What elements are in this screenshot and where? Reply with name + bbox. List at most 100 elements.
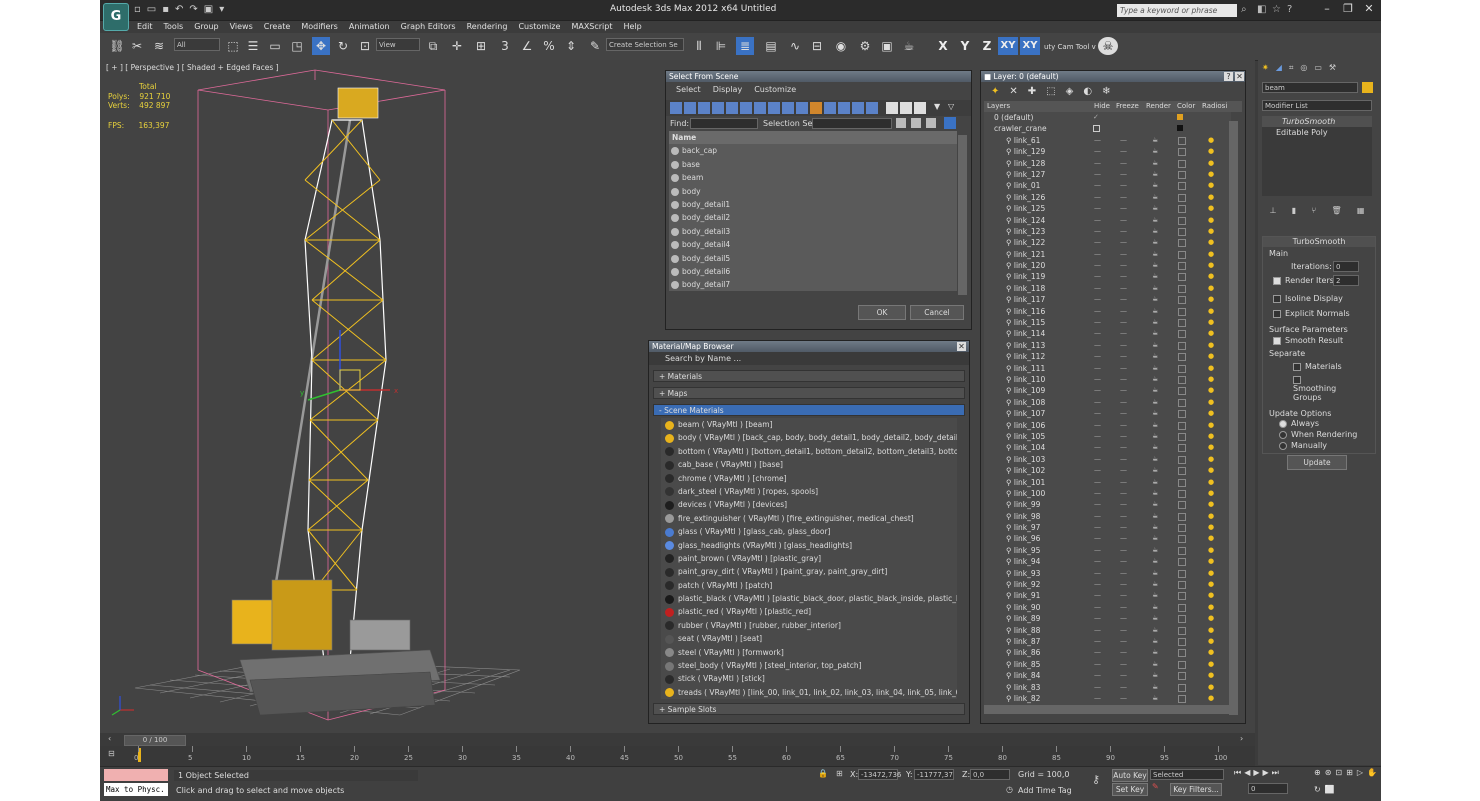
layer-object-name[interactable]: link_89 xyxy=(1014,614,1041,623)
render-teapot-icon[interactable]: ☕ xyxy=(1152,226,1158,237)
radiosity-icon[interactable]: ● xyxy=(1208,271,1214,282)
menu-group[interactable]: Group xyxy=(194,20,218,33)
radiosity-icon[interactable]: ● xyxy=(1208,636,1214,647)
layer-crawler-crane-label[interactable]: crawler_crane xyxy=(984,124,1047,133)
layer-color-swatch[interactable] xyxy=(1177,125,1183,132)
reference-coord-dropdown[interactable]: View xyxy=(376,38,420,51)
add-to-layer-icon[interactable]: ✚ xyxy=(1028,86,1036,97)
layer-object-row[interactable]: ⚲ link_109 — — ☕ ● xyxy=(984,385,1231,396)
render-iters-checkbox[interactable] xyxy=(1273,276,1281,285)
render-teapot-icon[interactable]: ☕ xyxy=(1152,328,1158,339)
redo-icon[interactable]: ↷ xyxy=(189,4,197,16)
list-item[interactable]: body xyxy=(669,185,957,198)
unlink-icon[interactable]: ✂ xyxy=(128,37,146,55)
object-color-box[interactable] xyxy=(1178,432,1186,441)
render-teapot-icon[interactable]: ☕ xyxy=(1152,215,1158,226)
layer-object-name[interactable]: link_117 xyxy=(1014,295,1045,304)
layer-object-name[interactable]: link_95 xyxy=(1014,546,1041,555)
freeze-toggle[interactable]: — xyxy=(1120,454,1127,465)
render-teapot-icon[interactable]: ☕ xyxy=(1152,249,1158,260)
layer-object-name[interactable]: link_102 xyxy=(1014,466,1045,475)
layer-object-name[interactable]: link_103 xyxy=(1014,455,1045,464)
object-color-box[interactable] xyxy=(1178,558,1186,567)
layer-object-row[interactable]: ⚲ link_93 — — ☕ ● xyxy=(984,568,1231,579)
zoom-all-icon[interactable]: ⊛ xyxy=(1325,768,1332,781)
radiosity-icon[interactable]: ● xyxy=(1208,431,1214,442)
layer-object-name[interactable]: link_112 xyxy=(1014,352,1045,361)
layer-object-name[interactable]: link_107 xyxy=(1014,409,1045,418)
material-item-11[interactable]: paint_gray_dirt ( VRayMtl ) [paint_gray,… xyxy=(661,565,957,578)
time-next-arrow-icon[interactable]: › xyxy=(1240,734,1243,743)
menu-rendering[interactable]: Rendering xyxy=(467,20,508,33)
play-icon[interactable]: ▶ xyxy=(1253,768,1259,780)
object-color-box[interactable] xyxy=(1178,660,1186,669)
object-color-box[interactable] xyxy=(1178,387,1186,396)
render-teapot-icon[interactable]: ☕ xyxy=(1152,192,1158,203)
radiosity-icon[interactable]: ● xyxy=(1208,408,1214,419)
material-item-15[interactable]: rubber ( VRayMtl ) [rubber, rubber_inter… xyxy=(661,619,957,632)
set-key-button[interactable]: Set Key xyxy=(1112,783,1148,796)
freeze-toggle[interactable]: — xyxy=(1120,488,1127,499)
render-teapot-icon[interactable]: ☕ xyxy=(1152,203,1158,214)
hide-all-icon[interactable]: ◐ xyxy=(1083,86,1092,97)
object-color-box[interactable] xyxy=(1178,410,1186,419)
render-teapot-icon[interactable]: ☕ xyxy=(1152,693,1158,704)
radiosity-icon[interactable]: ● xyxy=(1208,454,1214,465)
hide-toggle[interactable]: — xyxy=(1094,682,1101,693)
turbosmooth-rollout-title[interactable]: TurboSmooth xyxy=(1263,237,1375,247)
object-color-box[interactable] xyxy=(1178,307,1186,316)
object-color-box[interactable] xyxy=(1178,626,1186,635)
menu-maxscript[interactable]: MAXScript xyxy=(571,20,612,33)
sample-slots-group[interactable]: + Sample Slots xyxy=(653,703,965,716)
manually-radio[interactable] xyxy=(1279,441,1287,450)
material-item-13[interactable]: plastic_black ( VRayMtl ) [plastic_black… xyxy=(661,592,957,605)
render-teapot-icon[interactable]: ☕ xyxy=(1152,237,1158,248)
object-color-box[interactable] xyxy=(1178,364,1186,373)
select-by-name-icon[interactable]: ☰ xyxy=(244,37,262,55)
create-tab-icon[interactable]: ✷ xyxy=(1262,63,1269,75)
freeze-all-icon[interactable]: ❄ xyxy=(1102,86,1110,97)
radiosity-icon[interactable]: ● xyxy=(1208,294,1214,305)
crane-model[interactable]: x y xyxy=(100,60,660,733)
menu-views[interactable]: Views xyxy=(230,20,253,33)
freeze-toggle[interactable]: — xyxy=(1120,522,1127,533)
render-teapot-icon[interactable]: ☕ xyxy=(1152,625,1158,636)
material-item-14[interactable]: plastic_red ( VRayMtl ) [plastic_red] xyxy=(661,605,957,618)
menu-create[interactable]: Create xyxy=(264,20,291,33)
menu-animation[interactable]: Animation xyxy=(349,20,390,33)
render-teapot-icon[interactable]: ☕ xyxy=(1152,511,1158,522)
freeze-toggle[interactable]: — xyxy=(1120,647,1127,658)
object-color-box[interactable] xyxy=(1178,239,1186,248)
freeze-toggle[interactable]: — xyxy=(1120,317,1127,328)
modify-tab-icon[interactable]: ◢ xyxy=(1276,63,1282,75)
col-radiosity[interactable]: Radiosi xyxy=(1202,102,1227,110)
remove-modifier-icon[interactable]: 🗑 xyxy=(1331,206,1341,218)
object-color-box[interactable] xyxy=(1178,694,1186,703)
display-bones-icon[interactable] xyxy=(782,102,794,114)
object-color-box[interactable] xyxy=(1178,148,1186,157)
layer-object-name[interactable]: link_106 xyxy=(1014,421,1045,430)
radiosity-icon[interactable]: ● xyxy=(1208,260,1214,271)
layer-object-name[interactable]: link_84 xyxy=(1014,671,1041,680)
hide-toggle[interactable]: — xyxy=(1094,613,1101,624)
freeze-toggle[interactable]: — xyxy=(1120,477,1127,488)
material-item-17[interactable]: steel ( VRayMtl ) [formwork] xyxy=(661,646,957,659)
radiosity-icon[interactable]: ● xyxy=(1208,374,1214,385)
render-teapot-icon[interactable]: ☕ xyxy=(1152,442,1158,453)
col-freeze[interactable]: Freeze xyxy=(1116,102,1139,110)
maximize-button[interactable]: ❐ xyxy=(1342,3,1354,15)
layer-object-row[interactable]: ⚲ link_114 — — ☕ ● xyxy=(984,328,1231,339)
layer-object-row[interactable]: ⚲ link_61 — — ☕ ● xyxy=(984,135,1231,146)
layer-object-name[interactable]: link_125 xyxy=(1014,204,1045,213)
render-teapot-icon[interactable]: ☕ xyxy=(1152,682,1158,693)
material-item-20[interactable]: treads ( VRayMtl ) [link_00, link_01, li… xyxy=(661,686,957,699)
freeze-toggle[interactable]: — xyxy=(1120,579,1127,590)
make-unique-icon[interactable]: ⑂ xyxy=(1311,206,1316,218)
object-color-box[interactable] xyxy=(1178,581,1186,590)
hide-toggle[interactable]: — xyxy=(1094,670,1101,681)
render-teapot-icon[interactable]: ☕ xyxy=(1152,488,1158,499)
render-teapot-icon[interactable]: ☕ xyxy=(1152,556,1158,567)
object-color-box[interactable] xyxy=(1178,637,1186,646)
render-teapot-icon[interactable]: ☕ xyxy=(1152,420,1158,431)
hide-toggle[interactable]: — xyxy=(1094,226,1101,237)
